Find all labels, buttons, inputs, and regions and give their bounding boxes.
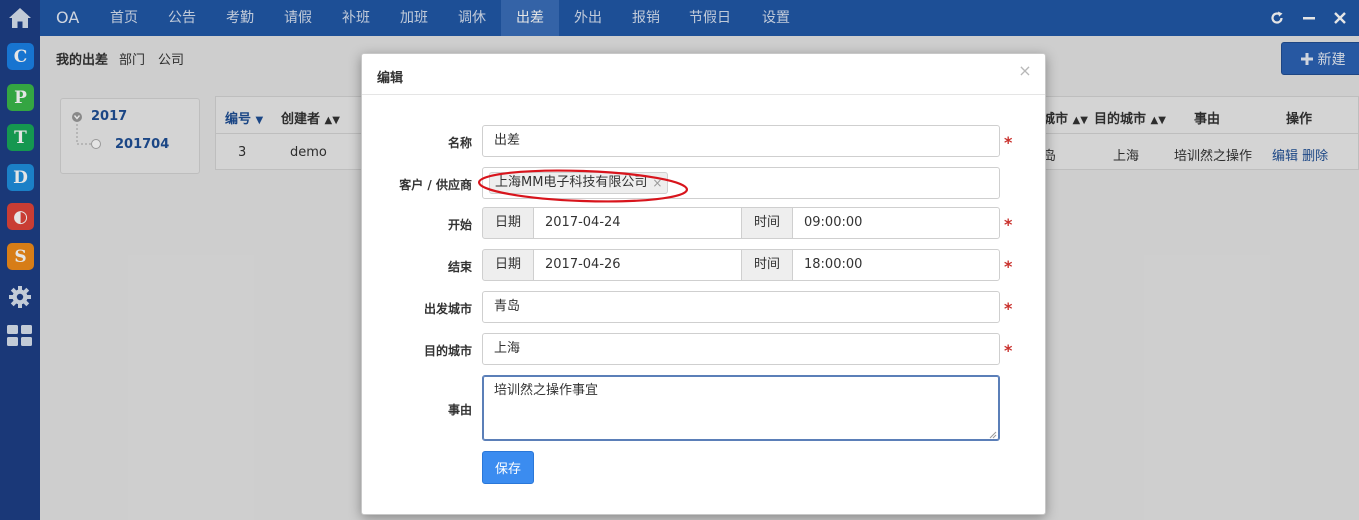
name-input[interactable]: 出差 <box>482 125 1000 157</box>
modal-close-icon[interactable]: × <box>1017 62 1033 80</box>
to-city-input[interactable]: 上海 <box>482 333 1000 365</box>
start-label: 开始 <box>447 218 472 232</box>
start-date-addon: 日期 <box>482 207 534 239</box>
start-required-mark: * <box>1004 215 1013 234</box>
name-required-mark: * <box>1004 133 1013 152</box>
resize-handle-icon[interactable] <box>988 430 997 439</box>
end-time-input[interactable]: 18:00:00 <box>792 249 1000 281</box>
from-city-label: 出发城市 <box>423 302 472 316</box>
customer-label: 客户 / 供应商 <box>399 178 472 192</box>
start-time-input[interactable]: 09:00:00 <box>792 207 1000 239</box>
modal-header: 编辑 × <box>362 54 1045 95</box>
end-date-addon: 日期 <box>482 249 534 281</box>
end-required-mark: * <box>1004 257 1013 276</box>
end-time-addon: 时间 <box>741 249 793 281</box>
from-city-required-mark: * <box>1004 299 1013 318</box>
end-date-input[interactable]: 2017-04-26 <box>533 249 742 281</box>
start-time-addon: 时间 <box>741 207 793 239</box>
red-annotation-ellipse <box>477 169 689 203</box>
modal-title: 编辑 <box>377 71 404 86</box>
start-date-input[interactable]: 2017-04-24 <box>533 207 742 239</box>
to-city-label: 目的城市 <box>423 344 472 358</box>
edit-modal: 编辑 × 名称 出差 * 客户 / 供应商 上海MM电子科技有限公司 × 开始 日… <box>361 53 1046 515</box>
name-label: 名称 <box>447 136 472 150</box>
reason-textarea[interactable]: 培训然之操作事宜 <box>482 375 1000 441</box>
from-city-input[interactable]: 青岛 <box>482 291 1000 323</box>
save-button[interactable]: 保存 <box>482 451 534 484</box>
to-city-required-mark: * <box>1004 341 1013 360</box>
reason-label: 事由 <box>447 403 472 417</box>
end-label: 结束 <box>447 260 472 274</box>
